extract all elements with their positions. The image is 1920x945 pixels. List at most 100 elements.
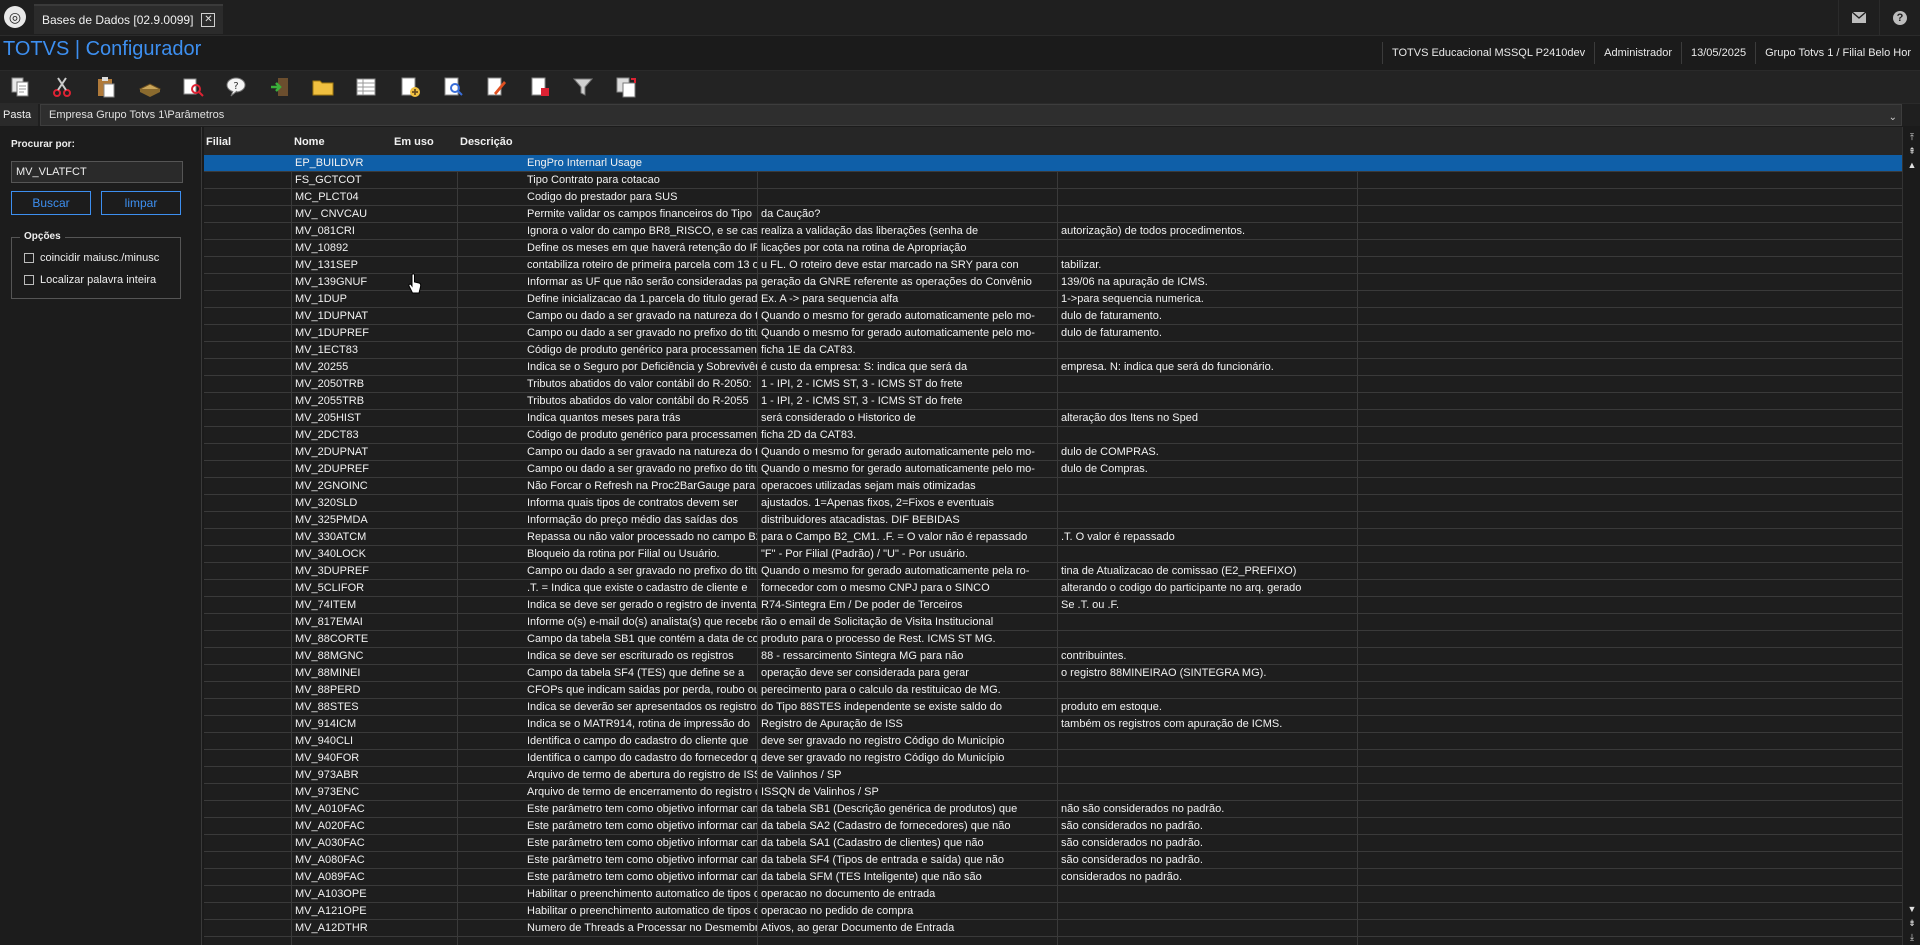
cell-filial[interactable] [204,818,291,834]
cell-descricao-2[interactable]: Quando o mesmo for gerado automaticament… [758,325,1057,341]
table-row[interactable]: MV_2GNOINC Não Forcar o Refresh na Proc2B… [204,478,1902,495]
cell-descricao-1[interactable]: Identifica o campo do cadastro do fornec… [524,750,757,766]
cell-nome[interactable]: MV_2055TRB [292,393,457,409]
exit-button[interactable] [266,74,294,100]
cell-descricao-2[interactable]: geração da GNRE referente as operações d… [758,274,1057,290]
cell-filial[interactable] [204,886,291,902]
cell-descricao-2[interactable]: ficha 2D da CAT83. [758,427,1057,443]
cell-nome[interactable]: MV_2GNOINC [292,478,457,494]
cell-descricao-2[interactable]: fornecedor com o mesmo CNPJ para o SINCO [758,580,1057,596]
cell-descricao-2[interactable]: perecimento para o calculo da restituica… [758,682,1057,698]
cell-nome[interactable]: MV_88MGNC [292,648,457,664]
branch-label[interactable]: Grupo Totvs 1 / Filial Belo Hor [1755,42,1920,64]
cell-descricao-3[interactable] [1058,546,1357,562]
cell-descricao-2[interactable]: Quando o mesmo for gerado automaticament… [758,308,1057,324]
cell-em-uso[interactable] [458,189,524,205]
cell-descricao-2[interactable]: Quando o mesmo for gerado automaticament… [758,444,1057,460]
cell-descricao-2[interactable]: Registro de Apuração de ISS [758,716,1057,732]
user-label[interactable]: Administrador [1594,42,1681,64]
cell-descricao-2[interactable]: Quando o mesmo for gerado automaticament… [758,461,1057,477]
cell-em-uso[interactable] [458,308,524,324]
cell-em-uso[interactable] [458,818,524,834]
help-button[interactable]: ? [222,74,250,100]
column-header-filial[interactable]: Filial [206,136,231,148]
cell-descricao-3[interactable] [1058,172,1357,188]
cell-filial[interactable] [204,359,291,375]
table-row[interactable]: MV_1ECT83 Código de produto genérico para… [204,342,1902,359]
cell-em-uso[interactable] [458,223,524,239]
cell-descricao-3[interactable]: considerados no padrão. [1058,869,1357,885]
cell-nome[interactable]: MV_88MINEI [292,665,457,681]
cell-filial[interactable] [204,648,291,664]
help-icon[interactable]: ? [1879,0,1920,35]
cell-descricao-3[interactable]: empresa. N: indica que será do funcionár… [1058,359,1357,375]
table-row[interactable]: MV_940CLI Identifica o campo do cadastro … [204,733,1902,750]
cell-descricao-1[interactable]: Este parâmetro tem como objetivo informa… [524,818,757,834]
cell-descricao-3[interactable]: são considerados no padrão. [1058,818,1357,834]
cell-filial[interactable] [204,546,291,562]
cell-descricao-3[interactable] [1058,784,1357,800]
cell-descricao-1[interactable]: Campo ou dado a ser gravado no prefixo d… [524,325,757,341]
cell-nome[interactable]: MV_10892 [292,240,457,256]
cell-descricao-1[interactable]: Indica se o MATR914, rotina de impressão… [524,716,757,732]
cell-descricao-3[interactable]: não são considerados no padrão. [1058,801,1357,817]
cell-descricao-2[interactable]: operação deve ser considerada para gerar [758,665,1057,681]
cell-nome[interactable]: MV_2050TRB [292,376,457,392]
cell-nome[interactable]: MV_88PERD [292,682,457,698]
cell-descricao-3[interactable]: dulo de COMPRAS. [1058,444,1357,460]
cell-em-uso[interactable] [458,274,524,290]
cell-filial[interactable] [204,240,291,256]
cell-descricao-2[interactable]: da tabela SA1 (Cadastro de clientes) que… [758,835,1057,851]
cell-nome[interactable]: MV_205HIST [292,410,457,426]
cell-descricao-3[interactable] [1058,886,1357,902]
column-header-em-uso[interactable]: Em uso [394,136,434,148]
cell-nome[interactable]: MV_325PMDA [292,512,457,528]
cell-em-uso[interactable] [458,580,524,596]
close-tab-icon[interactable]: ✕ [201,13,216,27]
cell-filial[interactable] [204,478,291,494]
cell-nome[interactable]: MV_914ICM [292,716,457,732]
table-row[interactable]: MV_88MGNC Indica se deve ser escriturado … [204,648,1902,665]
cell-filial[interactable] [204,444,291,460]
edit-document-button[interactable] [482,74,510,100]
cell-em-uso[interactable] [458,750,524,766]
scroll-page-up-icon[interactable]: ⇞ [1906,145,1918,157]
cell-descricao-1[interactable]: Indica se deve ser gerado o registro de … [524,597,757,613]
cell-descricao-1[interactable]: Informar as UF que não serão considerada… [524,274,757,290]
cell-filial[interactable] [204,342,291,358]
cell-em-uso[interactable] [458,206,524,222]
cell-em-uso[interactable] [458,291,524,307]
cell-nome[interactable]: MV_3DUPREF [292,563,457,579]
cell-nome[interactable]: MC_PLCT04 [292,189,457,205]
cell-descricao-3[interactable]: tina de Atualizacao de comissao (E2_PREF… [1058,563,1357,579]
table-row[interactable]: EP_BUILDVR EngPro Internarl Usage [204,155,1902,172]
cell-descricao-3[interactable] [1058,614,1357,630]
cell-em-uso[interactable] [458,240,524,256]
limpar-button[interactable]: limpar [101,191,181,215]
cell-descricao-2[interactable]: deve ser gravado no registro Código do M… [758,733,1057,749]
cell-filial[interactable] [204,223,291,239]
table-row[interactable]: MV_A089FAC Este parâmetro tem como objeti… [204,869,1902,886]
cell-descricao-3[interactable]: dulo de faturamento. [1058,325,1357,341]
cell-nome[interactable]: MV_940CLI [292,733,457,749]
delete-document-button[interactable] [526,74,554,100]
scroll-top-icon[interactable]: ⤒ [1906,131,1918,143]
cell-nome[interactable]: MV_88STES [292,699,457,715]
whole-word-option[interactable]: Localizar palavra inteira [24,274,156,286]
cell-descricao-3[interactable] [1058,631,1357,647]
cell-descricao-2[interactable]: Ex. A -> para sequencia alfa [758,291,1057,307]
cell-em-uso[interactable] [458,682,524,698]
cell-filial[interactable] [204,852,291,868]
cell-filial[interactable] [204,376,291,392]
cell-descricao-1[interactable]: Indica se deverão ser apresentados os re… [524,699,757,715]
cell-filial[interactable] [204,767,291,783]
cell-nome[interactable]: MV_1DUPNAT [292,308,457,324]
cell-descricao-1[interactable]: Indica se o Seguro por Deficiência y Sob… [524,359,757,375]
table-row[interactable]: MV_ CNVCAU Permite validar os campos fina… [204,206,1902,223]
cell-filial[interactable] [204,325,291,341]
cell-descricao-2[interactable]: operacoes utilizadas sejam mais otimizad… [758,478,1057,494]
cell-nome[interactable]: MV_081CRI [292,223,457,239]
cell-descricao-3[interactable]: são considerados no padrão. [1058,852,1357,868]
location-dropdown[interactable]: Empresa Grupo Totvs 1\Parâmetros ⌄ [40,104,1902,126]
cell-em-uso[interactable] [458,869,524,885]
